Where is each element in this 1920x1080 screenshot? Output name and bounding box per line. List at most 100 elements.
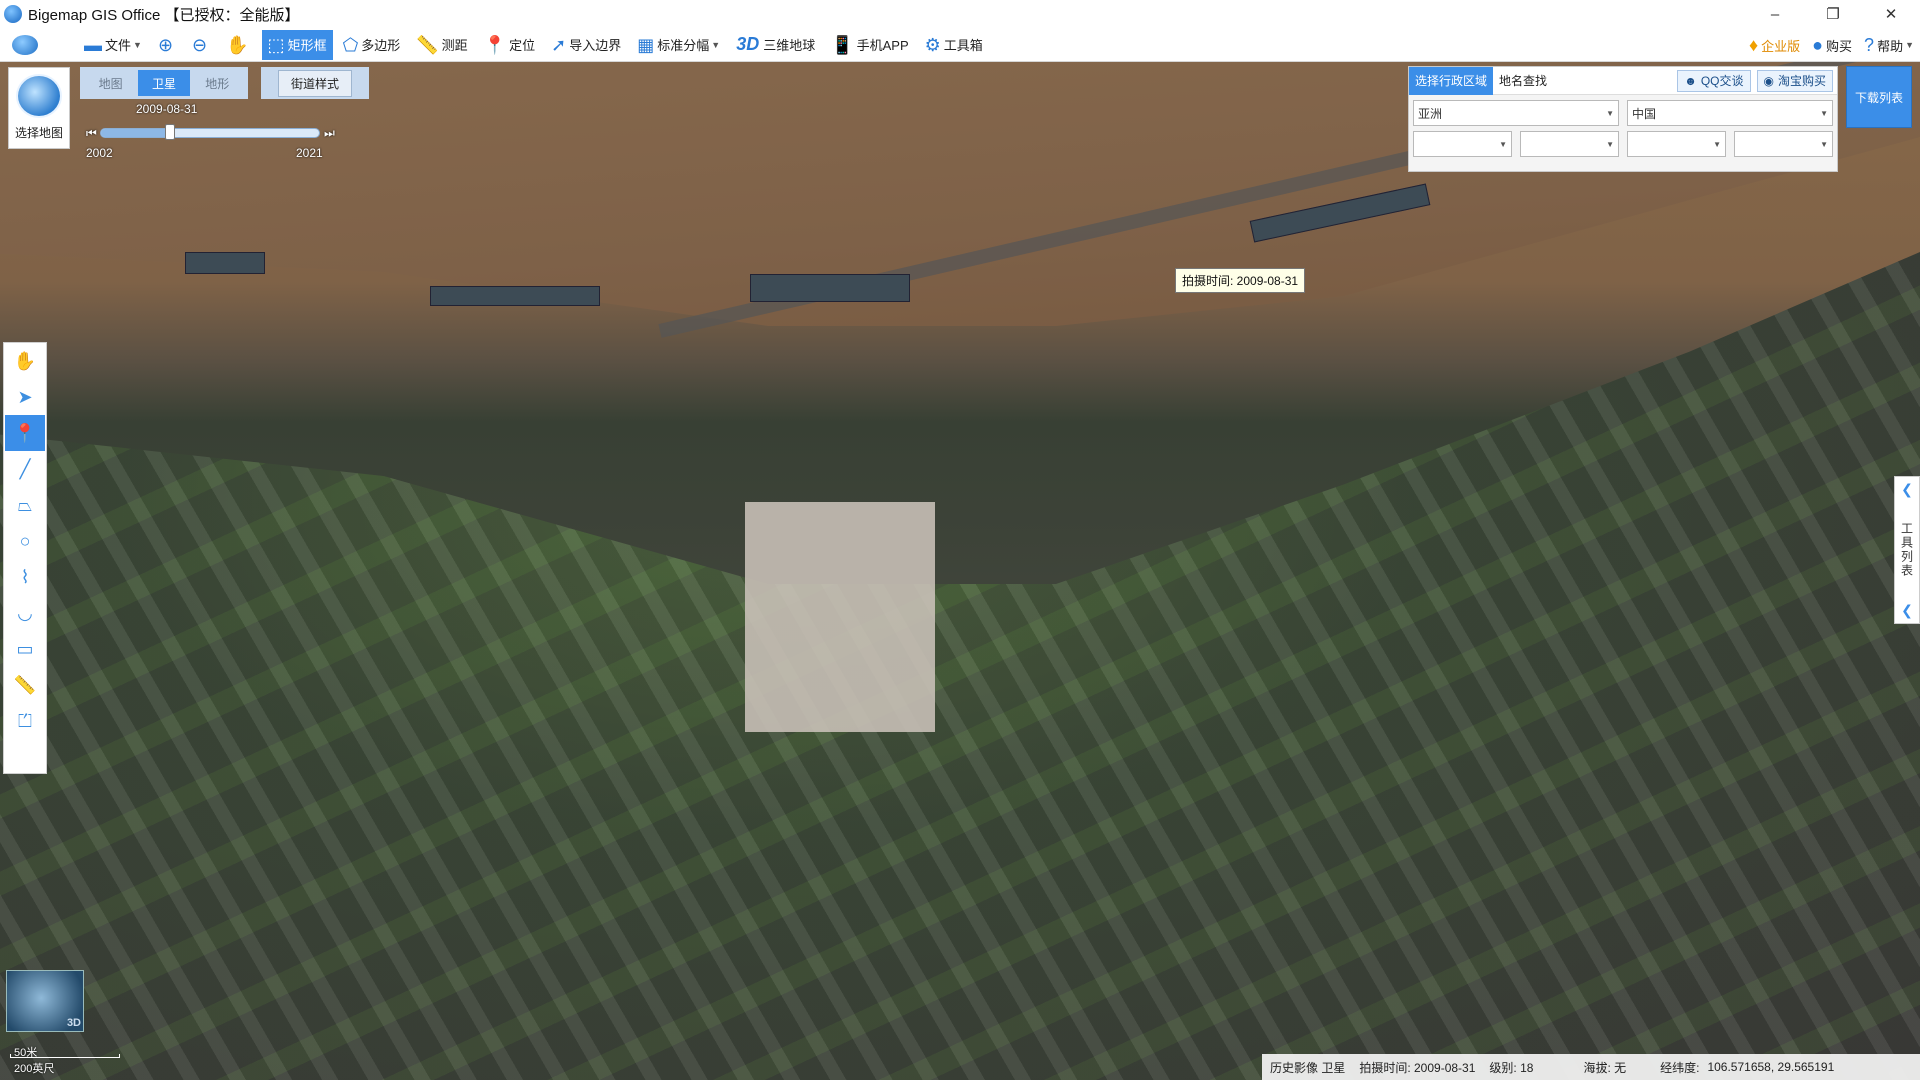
enterprise-button[interactable]: ♦ 企业版 bbox=[1743, 30, 1806, 60]
mobile-app-label: 手机APP bbox=[856, 38, 909, 53]
timeline-fill bbox=[101, 129, 171, 137]
pan-button[interactable]: ✋ bbox=[220, 30, 257, 60]
chevron-left-icon[interactable]: ❮ bbox=[1901, 481, 1913, 498]
scale-line bbox=[10, 1054, 120, 1058]
arc-tool[interactable]: ◡ bbox=[5, 595, 45, 631]
rect-select-button[interactable]: ⬚ 矩形框 bbox=[261, 29, 333, 60]
region-tabs: 选择行政区域 地名查找 ☻ QQ交谈 ◉ 淘宝购买 bbox=[1409, 66, 1837, 95]
globe-3d-button[interactable]: 3D 三维地球 bbox=[730, 30, 821, 60]
import-boundary-label: 导入边界 bbox=[569, 38, 622, 53]
continent-select[interactable]: 亚洲 ▼ bbox=[1413, 100, 1619, 126]
timeline-end-year: 2021 bbox=[296, 146, 323, 160]
ship-imagery bbox=[750, 274, 910, 302]
taobao-buy-button[interactable]: ◉ 淘宝购买 bbox=[1756, 69, 1833, 92]
street-style-button[interactable]: 街道样式 bbox=[277, 69, 352, 97]
rectangle-icon: ▭ bbox=[16, 638, 34, 659]
district-select[interactable]: ▼ bbox=[1627, 131, 1726, 157]
close-button[interactable]: ✕ bbox=[1862, 0, 1920, 28]
polygon-label: 多边形 bbox=[361, 38, 401, 53]
pin-icon: 📍 bbox=[483, 34, 507, 55]
tab-terrain[interactable]: 地形 bbox=[191, 70, 243, 96]
restore-button[interactable]: ❐ bbox=[1804, 0, 1862, 28]
curve-tool[interactable]: ⌇ bbox=[5, 559, 45, 595]
pointer-icon: ➤ bbox=[17, 386, 33, 407]
satellite-map[interactable] bbox=[0, 62, 1920, 1080]
help-label: 帮助 bbox=[1877, 38, 1904, 54]
taobao-icon: ◉ bbox=[1763, 73, 1774, 88]
timeline-next-icon[interactable]: ⏭ bbox=[324, 126, 335, 141]
tab-satellite[interactable]: 卫星 bbox=[137, 70, 190, 96]
status-level: 级别: 18 bbox=[1489, 1060, 1534, 1075]
rectangle-tool[interactable]: ▭ bbox=[5, 631, 45, 667]
import-boundary-button[interactable]: ➚ 导入边界 bbox=[545, 30, 627, 60]
zoom-out-button[interactable]: ⊖ bbox=[186, 30, 216, 60]
chevron-down-icon: ▼ bbox=[1606, 108, 1614, 118]
toolbox-button[interactable]: ⚙ 工具箱 bbox=[919, 30, 989, 60]
polygon-icon: ⏢ bbox=[17, 494, 33, 515]
buy-label: 购买 bbox=[1826, 38, 1853, 54]
diamond-icon: ♦ bbox=[1748, 35, 1759, 55]
line-tool[interactable]: ╱ bbox=[5, 451, 45, 487]
province-select[interactable]: ▼ bbox=[1413, 131, 1512, 157]
measure-label: 测距 bbox=[441, 38, 468, 53]
pan-tool[interactable]: ✋ bbox=[5, 343, 45, 379]
area-measure-tool[interactable]: ⏍ bbox=[5, 703, 45, 739]
circle-tool[interactable]: ○ bbox=[5, 523, 45, 559]
timeline-prev-icon[interactable]: ⏮ bbox=[86, 126, 97, 141]
country-select[interactable]: 中国 ▼ bbox=[1627, 100, 1833, 126]
timeline-start-year: 2002 bbox=[86, 146, 113, 160]
polygon-button[interactable]: ⬠ 多边形 bbox=[337, 30, 407, 60]
map-source-selector[interactable]: 选择地图 bbox=[8, 67, 70, 149]
region-row-1: 亚洲 ▼ 中国 ▼ bbox=[1409, 95, 1837, 126]
country-value: 中国 bbox=[1632, 106, 1657, 121]
city-imagery bbox=[0, 252, 1920, 1080]
tool-list-panel[interactable]: ❮ 工具列表 ❮ bbox=[1894, 476, 1920, 624]
globe-icon bbox=[16, 74, 62, 118]
hand-icon: ✋ bbox=[226, 34, 249, 55]
city-select[interactable]: ▼ bbox=[1520, 131, 1619, 157]
status-altitude: 海拔: 无 bbox=[1583, 1060, 1627, 1075]
continent-value: 亚洲 bbox=[1418, 106, 1443, 121]
phone-icon: 📱 bbox=[831, 34, 854, 55]
polygon-tool[interactable]: ⏢ bbox=[5, 487, 45, 523]
status-capture-time: 拍摄时间: 2009-08-31 bbox=[1359, 1060, 1476, 1075]
measure-button[interactable]: 📏 测距 bbox=[410, 30, 473, 60]
chevron-left-icon[interactable]: ❮ bbox=[1901, 602, 1913, 619]
minimap-3d-label: 3D bbox=[66, 1017, 81, 1029]
chevron-down-icon: ▼ bbox=[711, 39, 721, 50]
zoom-in-button[interactable]: ⊕ bbox=[152, 30, 182, 60]
app-menu-button[interactable] bbox=[6, 30, 44, 60]
grid-button[interactable]: ▦ 标准分幅 ▼ bbox=[631, 30, 726, 60]
tab-map[interactable]: 地图 bbox=[85, 70, 137, 96]
marker-tool[interactable]: 📍 bbox=[5, 415, 45, 451]
minimize-button[interactable]: – bbox=[1746, 0, 1804, 28]
tool-list-label: 工具列表 bbox=[1899, 522, 1914, 578]
line-icon: ╱ bbox=[19, 458, 31, 479]
rect-select-label: 矩形框 bbox=[287, 38, 327, 53]
zoom-in-icon: ⊕ bbox=[157, 34, 174, 55]
tab-place-search[interactable]: 地名查找 bbox=[1493, 67, 1553, 95]
timeline-slider[interactable] bbox=[100, 128, 320, 138]
help-button[interactable]: ? 帮助 ▼ bbox=[1858, 30, 1920, 60]
town-select[interactable]: ▼ bbox=[1734, 131, 1833, 157]
ruler-tool[interactable]: 📏 bbox=[5, 667, 45, 703]
buy-icon: ● bbox=[1812, 35, 1824, 55]
grid-label: 标准分幅 bbox=[657, 38, 710, 53]
tab-select-region[interactable]: 选择行政区域 bbox=[1409, 66, 1494, 95]
plaza-imagery bbox=[745, 502, 935, 732]
locate-button[interactable]: 📍 定位 bbox=[478, 30, 541, 60]
mobile-app-button[interactable]: 📱 手机APP bbox=[825, 30, 914, 60]
select-tool[interactable]: ➤ bbox=[5, 379, 45, 415]
timeline-handle[interactable] bbox=[165, 124, 176, 140]
file-menu[interactable]: ▬ 文件 ▼ bbox=[78, 30, 148, 60]
qq-chat-button[interactable]: ☻ QQ交谈 bbox=[1677, 69, 1751, 92]
mini-globe[interactable]: 3D bbox=[6, 970, 84, 1032]
buy-button[interactable]: ● 购买 bbox=[1806, 30, 1858, 60]
chevron-down-icon: ▼ bbox=[1606, 139, 1614, 149]
gear-icon: ⚙ bbox=[924, 34, 941, 55]
map-source-label: 选择地图 bbox=[14, 126, 63, 140]
capture-time-tooltip: 拍摄时间: 2009-08-31 bbox=[1175, 268, 1306, 293]
ruler-icon: 📏 bbox=[13, 674, 37, 695]
curve-icon: ⌇ bbox=[20, 566, 30, 587]
download-list-button[interactable]: 下载列表 bbox=[1846, 66, 1912, 128]
